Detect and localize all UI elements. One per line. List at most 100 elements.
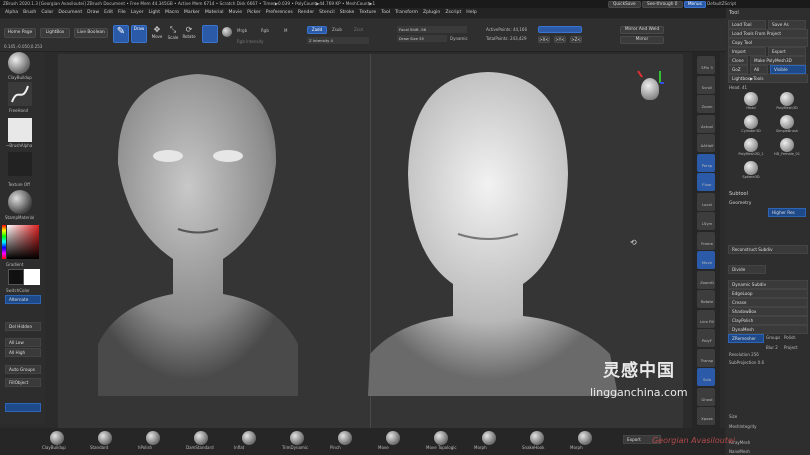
sculpt-heads[interactable]: [58, 54, 683, 432]
lightbox-tools-button[interactable]: Lightbox▶Tools: [728, 74, 808, 83]
menu-stroke[interactable]: Stroke: [340, 10, 355, 15]
rgb-intensity-slider[interactable]: Rgb Intensity: [237, 39, 264, 44]
menu-edit[interactable]: Edit: [104, 10, 113, 15]
menu-document[interactable]: Document: [58, 10, 82, 15]
draw-button[interactable]: Draw: [131, 25, 147, 43]
brush-4[interactable]: [242, 431, 256, 445]
higher-res-button[interactable]: Higher Res: [768, 208, 806, 217]
brush-thumbnail[interactable]: [8, 52, 30, 74]
menu-render[interactable]: Render: [298, 10, 314, 15]
bottom-blue-button[interactable]: [5, 403, 41, 412]
z-intensity-slider[interactable]: Z Intensity 4: [307, 37, 369, 44]
subprojection-slider[interactable]: SubProjection 0.6: [729, 360, 764, 365]
menu-zplugin[interactable]: Zplugin: [423, 10, 440, 15]
secondary-color-swatch[interactable]: [8, 269, 24, 285]
mirror-button[interactable]: Mirror: [620, 36, 664, 44]
mirror-and-weld-button[interactable]: Mirror And Weld: [620, 26, 664, 34]
shadowbox-button[interactable]: ShadowBox: [728, 307, 808, 316]
quicksave-button[interactable]: QuickSave: [608, 1, 641, 8]
auto-groups-button[interactable]: Auto Groups: [5, 365, 41, 374]
menu-material[interactable]: Material: [205, 10, 224, 15]
tool-head-slider[interactable]: Head. 41: [729, 85, 747, 90]
zcut-button[interactable]: Zcut: [354, 27, 363, 32]
nanomesh-button[interactable]: NanoMesh: [729, 449, 750, 454]
xyz-toggle[interactable]: [538, 26, 582, 33]
menu-zscript[interactable]: Zscript: [445, 10, 461, 15]
alternate-button[interactable]: Alternate: [5, 295, 41, 304]
tool-item[interactable]: Sphere3D: [736, 161, 766, 183]
import-button[interactable]: Import: [728, 47, 766, 56]
menu-transform[interactable]: Transform: [395, 10, 418, 15]
tool-item[interactable]: Cylinder3D: [736, 115, 766, 137]
fill-object-button[interactable]: FillObject: [5, 378, 41, 387]
make-polymesh-button[interactable]: Make PolyMesh3D: [750, 56, 806, 65]
load-tools-from-project-button[interactable]: Load Tools From Project: [728, 29, 808, 38]
menu-light[interactable]: Light: [149, 10, 160, 15]
geometry-header[interactable]: Geometry: [729, 201, 751, 206]
menu-texture[interactable]: Texture: [359, 10, 376, 15]
all-high-button[interactable]: All High: [5, 348, 41, 357]
menu-picker[interactable]: Picker: [247, 10, 261, 15]
polish-toggle[interactable]: Polish: [784, 335, 796, 340]
main-color-swatch[interactable]: [24, 269, 40, 285]
menus-button[interactable]: Menus: [683, 1, 706, 8]
goz-button[interactable]: GoZ: [728, 65, 748, 74]
brush-1[interactable]: [98, 431, 112, 445]
z-sym-button[interactable]: >Z<: [570, 36, 582, 43]
hue-slider[interactable]: [2, 225, 6, 259]
menu-draw[interactable]: Draw: [87, 10, 99, 15]
rotate-button[interactable]: ⟳ Rotate: [182, 25, 196, 43]
zsub-button[interactable]: Zsub: [332, 27, 342, 32]
material-thumbnail[interactable]: [8, 190, 32, 214]
brush-7[interactable]: [386, 431, 400, 445]
menu-help[interactable]: Help: [466, 10, 476, 15]
move-button[interactable]: ✥ Move: [150, 25, 164, 43]
resolution-slider[interactable]: Resolution 256: [729, 352, 759, 357]
tool-item[interactable]: PolyMesh3D: [772, 92, 802, 114]
menu-movie[interactable]: Movie: [228, 10, 242, 15]
switch-color-button[interactable]: SwitchColor: [6, 288, 30, 293]
color-picker[interactable]: [7, 225, 39, 259]
zadd-button[interactable]: Zadd: [307, 26, 327, 34]
project-toggle[interactable]: Project: [784, 345, 798, 350]
mrgb-button[interactable]: Mrgb: [237, 28, 247, 33]
claypolish-button[interactable]: ClayPolish: [728, 316, 808, 325]
menu-alpha[interactable]: Alpha: [5, 10, 18, 15]
material-icon[interactable]: [222, 27, 232, 37]
brush-5[interactable]: [290, 431, 304, 445]
y-sym-button[interactable]: >Y<: [554, 36, 566, 43]
menu-file[interactable]: File: [118, 10, 126, 15]
tool-item[interactable]: PolyMesh3D_1: [736, 138, 766, 160]
all-button[interactable]: All: [750, 65, 768, 74]
m-button[interactable]: M: [284, 28, 287, 33]
edgeloop-button[interactable]: EdgeLoop: [728, 289, 808, 298]
scale-button[interactable]: ⤡ Scale: [166, 25, 180, 43]
subtool-header[interactable]: Subtool: [729, 191, 748, 197]
canvas-viewport[interactable]: ⟲: [58, 54, 683, 432]
clone-button[interactable]: Clone: [728, 56, 748, 65]
stroke-thumbnail[interactable]: [8, 82, 32, 106]
reconstruct-subdiv-button[interactable]: Reconstruct Subdiv: [728, 245, 808, 254]
tool-item[interactable]: SimpleBrush: [772, 115, 802, 137]
default-script-label[interactable]: DefaultZScript: [707, 1, 736, 6]
axis-gizmo-icon[interactable]: [636, 69, 666, 99]
copy-tool-button[interactable]: Copy Tool: [728, 38, 808, 47]
brush-6[interactable]: [338, 431, 352, 445]
x-sym-button[interactable]: >X<: [538, 36, 550, 43]
texture-thumbnail[interactable]: [8, 152, 32, 176]
menu-stencil[interactable]: Stencil: [319, 10, 335, 15]
dynamic-toggle[interactable]: Dynamic: [450, 36, 468, 41]
brush-3[interactable]: [194, 431, 208, 445]
polyframe-button[interactable]: [202, 25, 218, 43]
brush-2[interactable]: [146, 431, 160, 445]
all-low-button[interactable]: All Low: [5, 338, 41, 347]
menu-macro[interactable]: Macro: [165, 10, 179, 15]
see-through-slider[interactable]: See-through 0: [641, 1, 683, 8]
draw-size-slider[interactable]: Draw Size 55: [397, 35, 447, 42]
tool-item[interactable]: HD_Female_01: [772, 138, 802, 160]
brush-8[interactable]: [434, 431, 448, 445]
rgb-button[interactable]: Rgb: [261, 28, 269, 33]
groups-toggle[interactable]: Groups: [766, 335, 780, 340]
divide-button[interactable]: Divide: [728, 265, 766, 274]
alpha-thumbnail[interactable]: [8, 118, 32, 142]
